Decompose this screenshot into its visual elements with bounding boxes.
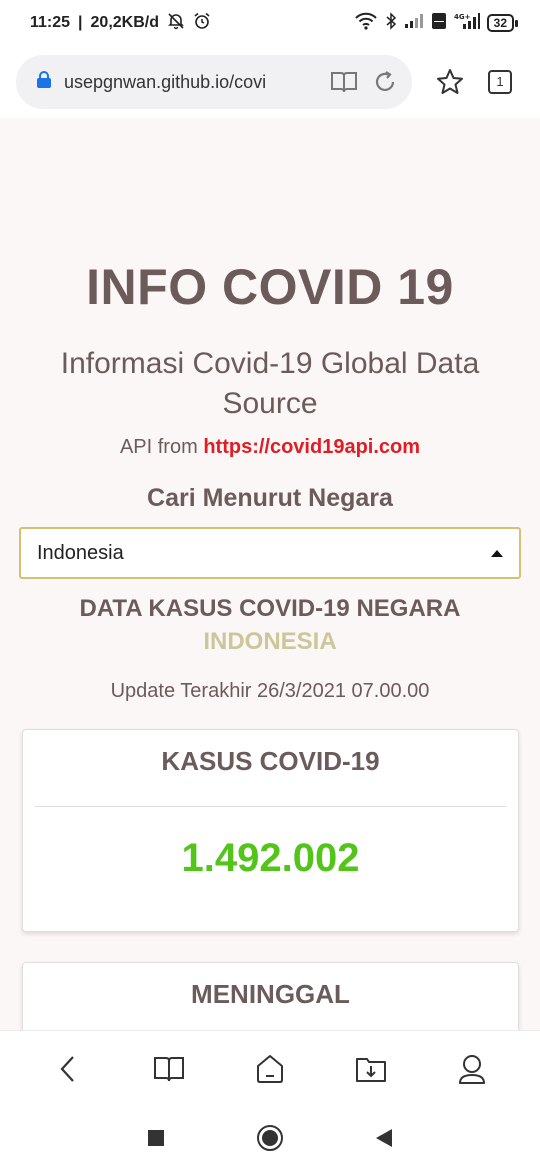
search-label: Cari Menurut Negara [147,484,393,512]
downloads-icon[interactable] [341,1039,401,1099]
bluetooth-icon [385,11,397,35]
card-divider [35,806,506,807]
api-prefix: API from [119,436,198,458]
svg-text:4G+: 4G+ [454,13,471,21]
cases-count: 1.492.002 [181,836,360,880]
bookmarks-icon[interactable] [139,1039,199,1099]
country-select[interactable]: Indonesia [19,527,521,579]
bookmark-star-icon[interactable] [436,68,464,96]
alarm-off-icon [167,12,185,35]
system-nav-bar [0,1106,540,1170]
back-icon[interactable] [38,1039,98,1099]
country-name: INDONESIA [203,628,337,655]
last-update: Update Terakhir 26/3/2021 07.00.00 [110,680,430,702]
alarm-icon [193,12,211,35]
tab-count: 1 [488,70,512,94]
status-time: 11:25 [30,14,71,31]
battery-icon: 32 [486,14,518,32]
wifi-icon [354,12,378,35]
reader-mode-icon[interactable] [330,70,358,94]
home-icon[interactable] [240,1039,300,1099]
home-circle-icon[interactable] [240,1108,300,1168]
4g-signal-icon: 4G+ [454,12,480,35]
status-left: 11:25 | 20,2KB/d [30,12,211,35]
caret-up-icon [491,549,503,557]
deaths-card-title: MENINGGAL [191,979,350,1009]
web-page: INFO COVID 19 Informasi Covid-19 Global … [0,118,540,1030]
url-text[interactable]: usepgnwan.github.io/covi [64,72,294,93]
cases-card: KASUS COVID-19 1.492.002 [22,729,519,932]
tabs-icon[interactable]: 1 [488,70,512,94]
battery-tip [515,19,518,27]
lock-icon [36,70,52,94]
battery-level: 32 [486,14,514,32]
browser-bottom-nav [0,1030,540,1106]
status-bar: 11:25 | 20,2KB/d 4G+ 32 [0,0,540,46]
volte-icon [431,12,447,35]
page-title: INFO COVID 19 [86,259,454,315]
network-speed: 20,2KB/d [90,14,159,31]
api-source-line: API from https://covid19api.com [0,436,540,459]
browser-toolbar: usepgnwan.github.io/covi 1 [0,46,540,118]
status-divider: | [78,14,83,31]
address-bar[interactable]: usepgnwan.github.io/covi [16,55,412,109]
deaths-card: MENINGGAL [22,962,519,1030]
selected-country: Indonesia [37,541,124,564]
page-subtitle: Informasi Covid-19 Global Data Source [60,347,480,420]
status-right: 4G+ 32 [354,11,518,35]
signal-icon [404,13,424,34]
back-triangle-icon[interactable] [354,1108,414,1168]
profile-icon[interactable] [442,1039,502,1099]
api-link[interactable]: https://covid19api.com [203,436,420,458]
reload-icon[interactable] [372,69,398,95]
cases-card-title: KASUS COVID-19 [161,746,380,776]
data-heading: DATA KASUS COVID-19 NEGARA [79,595,461,622]
recents-icon[interactable] [126,1108,186,1168]
